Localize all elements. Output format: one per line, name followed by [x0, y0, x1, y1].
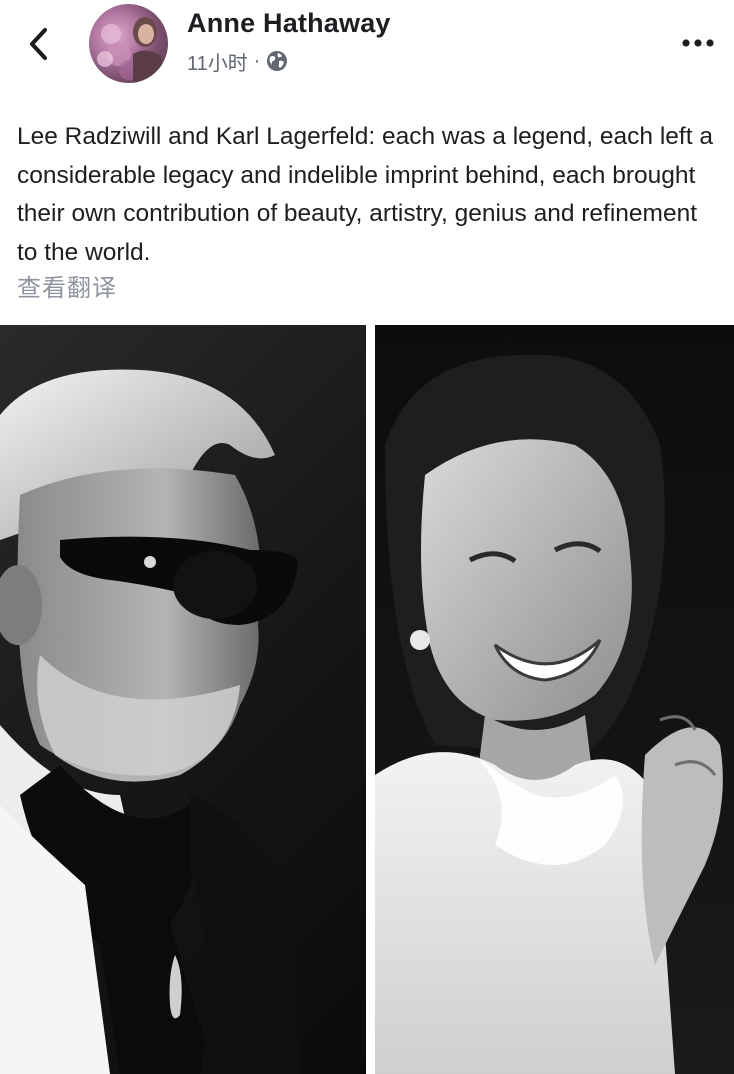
chevron-left-icon [29, 27, 48, 61]
avatar-image [97, 17, 165, 83]
see-translation-link[interactable]: 查看翻译 [17, 268, 117, 303]
post-text: Lee Radziwill and Karl Lagerfeld: each w… [17, 123, 713, 266]
meta-separator: · [253, 49, 261, 72]
photo-left[interactable] [0, 325, 366, 1074]
author-name[interactable]: Anne Hathaway [187, 8, 391, 39]
more-dots-icon [682, 39, 714, 47]
more-options-button[interactable] [678, 28, 718, 58]
post-timestamp[interactable]: 11小时 [187, 47, 248, 76]
back-button[interactable] [18, 22, 58, 66]
post-header: Anne Hathaway 11小时 · [0, 0, 734, 100]
post-meta: 11小时 · [187, 47, 288, 76]
photo-right[interactable] [375, 325, 734, 1074]
globe-icon [267, 51, 288, 71]
avatar[interactable] [89, 4, 168, 83]
